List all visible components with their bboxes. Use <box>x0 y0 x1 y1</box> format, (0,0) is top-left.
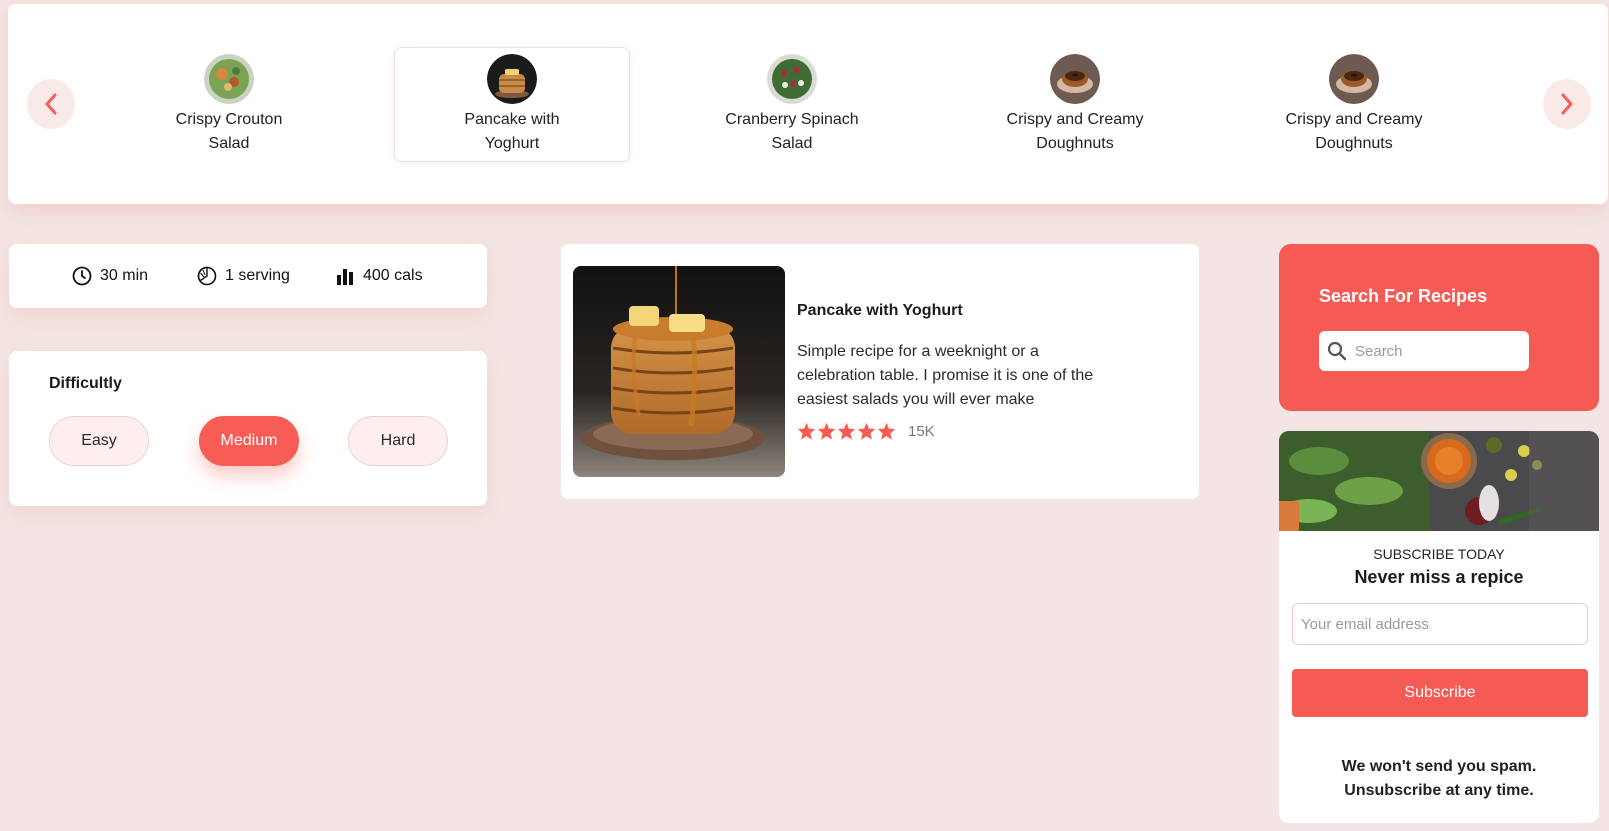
chevron-left-icon <box>45 93 57 115</box>
salad-thumbnail <box>767 53 817 104</box>
search-box[interactable] <box>1319 331 1529 371</box>
difficulty-easy-button[interactable]: Easy <box>49 416 149 466</box>
spices-banner-image <box>1279 431 1599 531</box>
carousel-next-button[interactable] <box>1543 79 1591 129</box>
salad-thumbnail <box>204 53 254 104</box>
search-input[interactable] <box>1355 342 1515 360</box>
recipe-carousel: Crispy Crouton Salad Pancake with Yoghur… <box>8 4 1608 204</box>
carousel-item-crispy-crouton-salad[interactable]: Crispy Crouton Salad <box>111 47 347 162</box>
star-icon <box>837 422 856 440</box>
servings-value: 1 serving <box>225 267 290 284</box>
servings-stat: 1 serving <box>197 266 335 286</box>
difficulty-title: Difficultly <box>49 375 122 392</box>
carousel-item-label: Cranberry Spinach Salad <box>725 110 859 152</box>
doughnut-thumbnail <box>1050 53 1100 104</box>
search-icon <box>1327 341 1347 361</box>
recipe-rating: 15K <box>797 422 935 440</box>
carousel-item-label: Crispy Crouton Salad <box>175 110 283 152</box>
rating-count: 15K <box>908 422 935 440</box>
difficulty-medium-button[interactable]: Medium <box>199 416 299 466</box>
carousel-item-cranberry-spinach-salad[interactable]: Cranberry Spinach Salad <box>674 47 910 162</box>
calories-value: 400 cals <box>363 267 423 284</box>
pancake-thumbnail <box>487 53 537 104</box>
carousel-item-label: Pancake with Yoghurt <box>464 110 560 152</box>
recipe-stats-bar: 30 min 1 serving 400 cals <box>9 244 487 308</box>
carousel-item-crispy-and-creamy-doughnuts[interactable]: Crispy and Creamy Doughnuts <box>1236 47 1472 162</box>
difficulty-selector: Difficultly Easy Medium Hard <box>9 351 487 506</box>
subscribe-kicker: SUBSCRIBE TODAY <box>1373 546 1505 562</box>
calories-stat: 400 cals <box>335 266 423 286</box>
chevron-right-icon <box>1561 93 1573 115</box>
no-spam-text: We won't send you spam. <box>1341 758 1537 775</box>
subscribe-button[interactable]: Subscribe <box>1292 669 1588 717</box>
cook-time-stat: 30 min <box>72 266 197 286</box>
pie-chart-icon <box>197 266 217 286</box>
carousel-item-label: Crispy and Creamy Doughnuts <box>1006 110 1144 152</box>
carousel-item-label: Crispy and Creamy Doughnuts <box>1285 110 1423 152</box>
subscribe-note: We won't send you spam. Unsubscribe at a… <box>1279 755 1599 803</box>
email-field[interactable] <box>1292 603 1588 645</box>
star-icon <box>877 422 896 440</box>
carousel-item-pancake-with-yoghurt[interactable]: Pancake with Yoghurt <box>394 47 630 162</box>
search-title: Search For Recipes <box>1319 286 1488 306</box>
star-icon <box>817 422 836 440</box>
bar-chart-icon <box>337 269 353 285</box>
clock-icon <box>72 266 92 286</box>
cook-time-value: 30 min <box>100 267 149 284</box>
recipe-description: Simple recipe for a weeknight or a celeb… <box>797 343 1094 408</box>
unsubscribe-text: Unsubscribe at any time. <box>1344 782 1534 799</box>
star-icon <box>797 422 816 440</box>
difficulty-hard-button[interactable]: Hard <box>348 416 448 466</box>
carousel-item-crispy-and-creamy-doughnuts[interactable]: Crispy and Creamy Doughnuts <box>957 47 1193 162</box>
recipe-card[interactable]: Pancake with Yoghurt Simple recipe for a… <box>561 244 1199 499</box>
recipe-title[interactable]: Pancake with Yoghurt <box>797 302 963 320</box>
doughnut-thumbnail <box>1329 53 1379 104</box>
recipe-image <box>573 266 785 477</box>
carousel-prev-button[interactable] <box>27 79 75 129</box>
star-icon <box>857 422 876 440</box>
star-rating <box>797 422 896 440</box>
search-recipes-card: Search For Recipes <box>1279 244 1599 411</box>
subscribe-title: Never miss a repice <box>1354 567 1524 587</box>
subscribe-card: SUBSCRIBE TODAY Never miss a repice Subs… <box>1279 431 1599 823</box>
